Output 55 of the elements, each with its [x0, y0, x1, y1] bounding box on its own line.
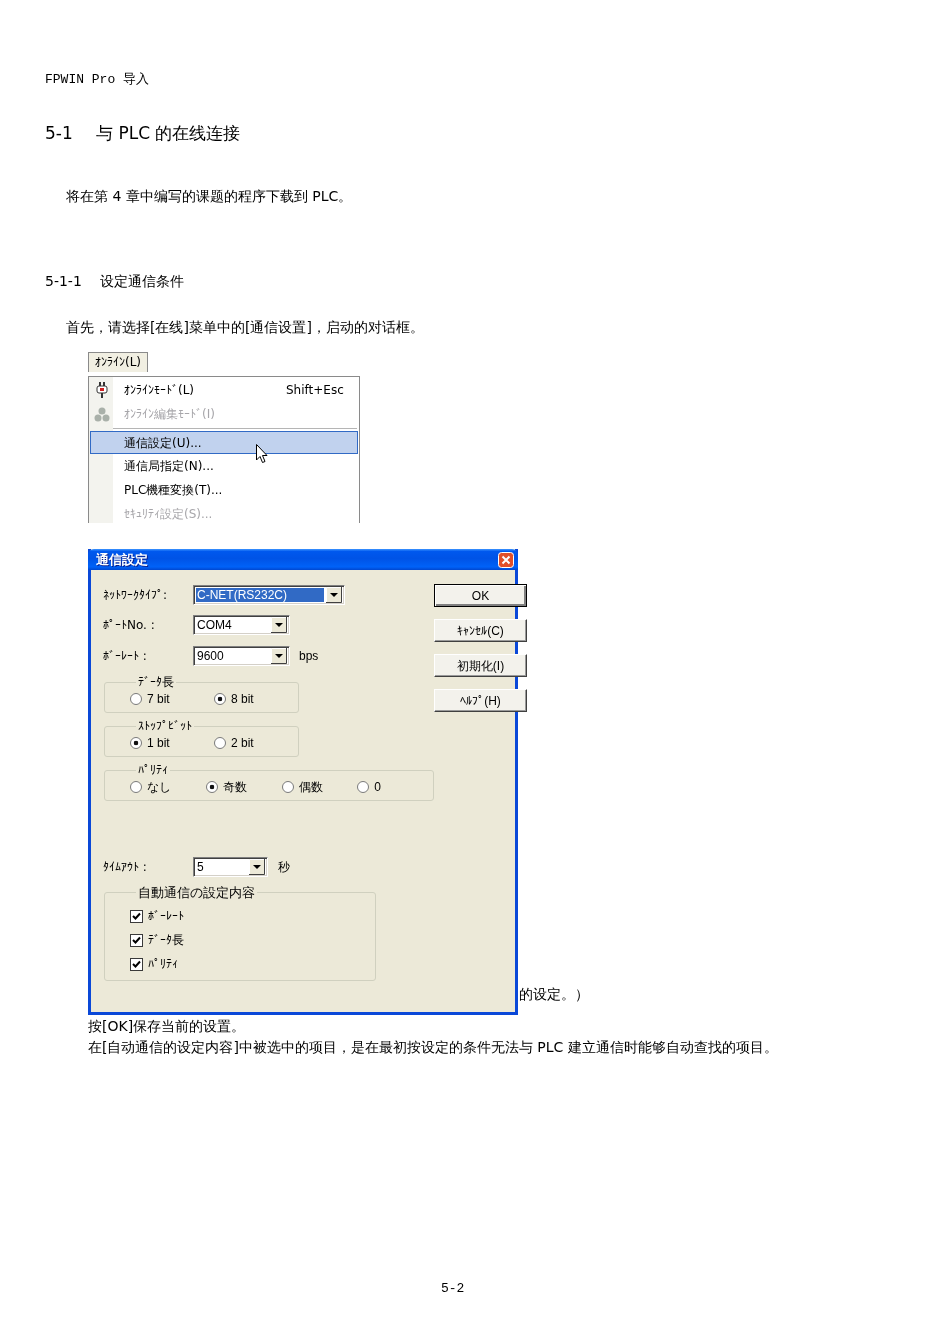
menu-item[interactable]: ｵﾝﾗｲﾝﾓｰﾄﾞ(L) Shift+Esc [90, 378, 358, 402]
menu-item[interactable]: PLC機種変換(T)... [90, 478, 358, 502]
radio-option[interactable]: 2 bit [214, 734, 298, 752]
dialog-button[interactable]: ｷｬﾝｾﾙ(C) [434, 619, 527, 642]
group-title: ﾊﾟﾘﾃｨ [137, 763, 169, 777]
page-header: FPWIN Pro 导入 [45, 72, 149, 88]
section-title: 与 PLC 的在线连接 [96, 122, 241, 144]
radio-option[interactable]: なし [130, 778, 206, 796]
dropdown-field[interactable]: 9600 [193, 646, 290, 666]
checkbox-option[interactable]: ﾃﾞｰﾀ長 [130, 928, 375, 952]
subsection-title: 设定通信条件 [100, 272, 184, 290]
group-title: ﾃﾞｰﾀ長 [137, 675, 175, 689]
checkbox-option[interactable]: ﾊﾟﾘﾃｨ [130, 952, 375, 976]
field-label: ﾎﾞｰﾚｰﾄ : [103, 648, 148, 665]
radio-option[interactable]: 奇数 [205, 778, 282, 796]
radio-option[interactable]: 0 [357, 778, 433, 796]
dialog-button[interactable]: 初期化(I) [434, 654, 527, 677]
dropdown-field[interactable]: C-NET(RS232C) [193, 585, 345, 605]
paragraph: 首先，请选择[在线]菜单中的[通信设置]，启动的对话框。 [65, 318, 424, 336]
paragraph: 将在第 4 章中编写的课题的程序下载到 PLC。 [65, 187, 353, 205]
menu-item[interactable]: 通信設定(U)... [90, 431, 358, 454]
caret-icon[interactable] [249, 859, 265, 875]
radio-option[interactable]: 1 bit [130, 734, 214, 752]
radio-option[interactable]: 偶数 [281, 778, 358, 796]
cluster-icon [93, 406, 110, 422]
group-title: ｽﾄｯﾌﾟﾋﾞｯﾄ [137, 719, 193, 733]
paragraph-fragment: 的设定。） [519, 985, 589, 1003]
group-title: 自動通信の設定内容 [137, 885, 256, 900]
caret-icon[interactable] [271, 617, 287, 633]
dialog-button[interactable]: ﾍﾙﾌﾟ(H) [434, 689, 527, 712]
checkbox-option[interactable]: ﾎﾞｰﾚｰﾄ [130, 904, 375, 928]
window-title: 通信設定 [96, 551, 148, 568]
cursor-icon [256, 444, 268, 464]
close-icon[interactable] [498, 551, 514, 568]
unit-label: 秒 [278, 859, 290, 876]
dialog-button[interactable]: OK [434, 584, 527, 607]
paragraph: 在[自动通信的设定内容]中被选中的项目，是在最初按设定的条件无法与 PLC 建立通信时能够自动查找的项目。 [88, 1038, 778, 1057]
shortcut-label: Shift+Esc [286, 382, 344, 399]
field-label: ﾈｯﾄﾜｰｸﾀｲﾌﾟ: [103, 587, 169, 604]
dropdown-field[interactable]: COM4 [193, 615, 290, 635]
page-number: 5-2 [441, 1280, 465, 1298]
caret-icon[interactable] [271, 648, 287, 664]
subsection-number: 5-1-1 [45, 272, 83, 290]
paragraph: 按[OK]保存当前的设置。 [88, 1017, 246, 1036]
caret-icon[interactable] [326, 587, 342, 603]
menu-item[interactable]: 通信局指定(N)... [90, 454, 358, 478]
radio-option[interactable]: 8 bit [214, 690, 298, 708]
radio-option[interactable]: 7 bit [130, 690, 214, 708]
dropdown-field[interactable]: 5 [193, 857, 268, 877]
field-label: ﾀｲﾑｱｳﾄ : [103, 859, 148, 876]
plug-icon [95, 382, 108, 398]
unit-label: bps [299, 648, 319, 665]
field-label: ﾎﾟｰﾄNo. : [103, 617, 156, 634]
section-number: 5-1 [45, 122, 74, 144]
menu-title[interactable]: ｵﾝﾗｲﾝ(L) [88, 352, 149, 372]
